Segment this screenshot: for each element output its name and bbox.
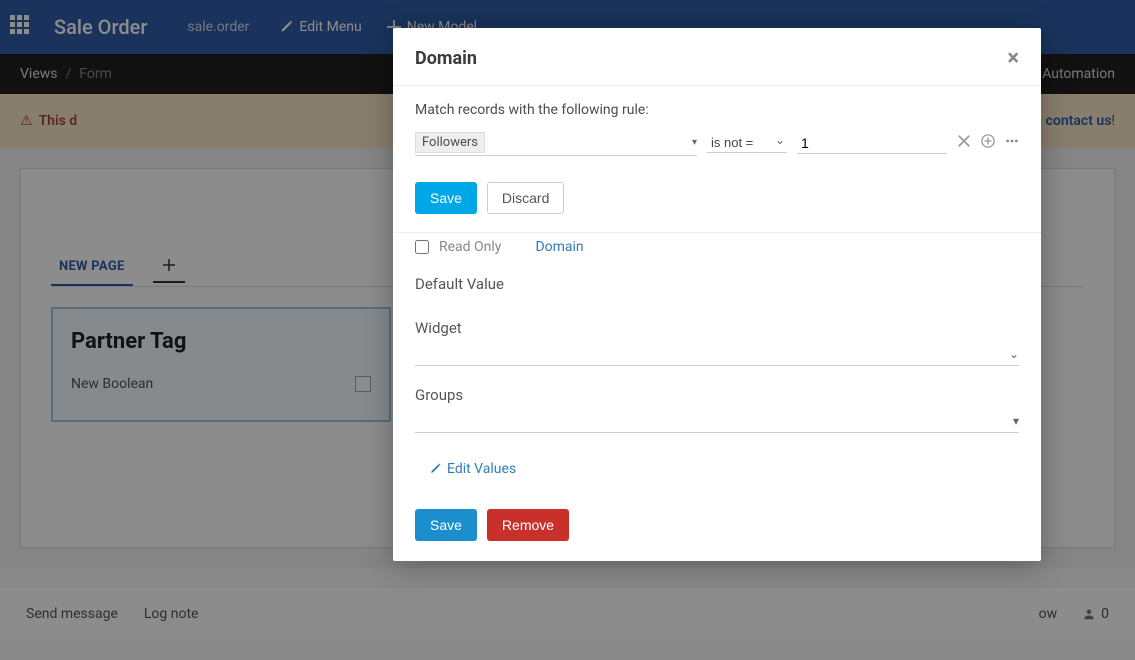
panel-footer-actions: Save Remove <box>393 497 1041 561</box>
widget-row: Widget ⌄ <box>415 309 1019 376</box>
widget-label: Widget <box>415 319 1019 337</box>
more-rule-icon[interactable] <box>1005 134 1019 152</box>
save-button[interactable]: Save <box>415 509 477 541</box>
add-rule-icon[interactable] <box>981 134 995 152</box>
domain-modal: Domain × Match records with the followin… <box>393 28 1041 561</box>
edit-values-label: Edit Values <box>447 461 516 477</box>
modal-discard-button[interactable]: Discard <box>487 182 564 214</box>
field-properties: Read Only Domain Default Value Widget ⌄ … <box>393 229 1041 497</box>
field-tag: Followers <box>415 132 485 153</box>
default-value-label: Default Value <box>415 275 1019 293</box>
edit-values-link[interactable]: Edit Values <box>429 461 516 477</box>
modal-header: Domain × <box>393 28 1041 85</box>
groups-label: Groups <box>415 386 1019 404</box>
readonly-checkbox[interactable] <box>415 240 429 254</box>
modal-save-button[interactable]: Save <box>415 182 477 214</box>
remove-button[interactable]: Remove <box>487 509 569 541</box>
rule-label: Match records with the following rule: <box>415 102 1019 118</box>
rule-row: Followers ▾ is not = <box>415 130 1019 156</box>
readonly-label: Read Only <box>439 239 501 255</box>
chevron-down-icon: ⌄ <box>1009 347 1019 361</box>
value-input[interactable] <box>797 133 947 154</box>
operator-select-wrap: is not = <box>707 133 787 153</box>
groups-select[interactable]: ▾ <box>415 410 1019 433</box>
modal-body: Match records with the following rule: F… <box>393 85 1041 233</box>
field-selector[interactable]: Followers ▾ <box>415 130 697 156</box>
chevron-down-icon: ▾ <box>692 137 697 148</box>
readonly-domain-link[interactable]: Domain <box>535 239 583 255</box>
readonly-row: Read Only Domain <box>415 229 1019 265</box>
pencil-icon <box>429 463 441 475</box>
modal-title: Domain <box>415 48 477 69</box>
default-value-row: Default Value <box>415 265 1019 309</box>
widget-select[interactable]: ⌄ <box>415 343 1019 366</box>
close-icon[interactable]: × <box>1007 46 1019 71</box>
operator-select[interactable]: is not = <box>707 133 787 153</box>
chevron-down-icon: ▾ <box>1013 414 1019 428</box>
remove-rule-icon[interactable] <box>957 134 971 152</box>
groups-row: Groups ▾ <box>415 376 1019 443</box>
